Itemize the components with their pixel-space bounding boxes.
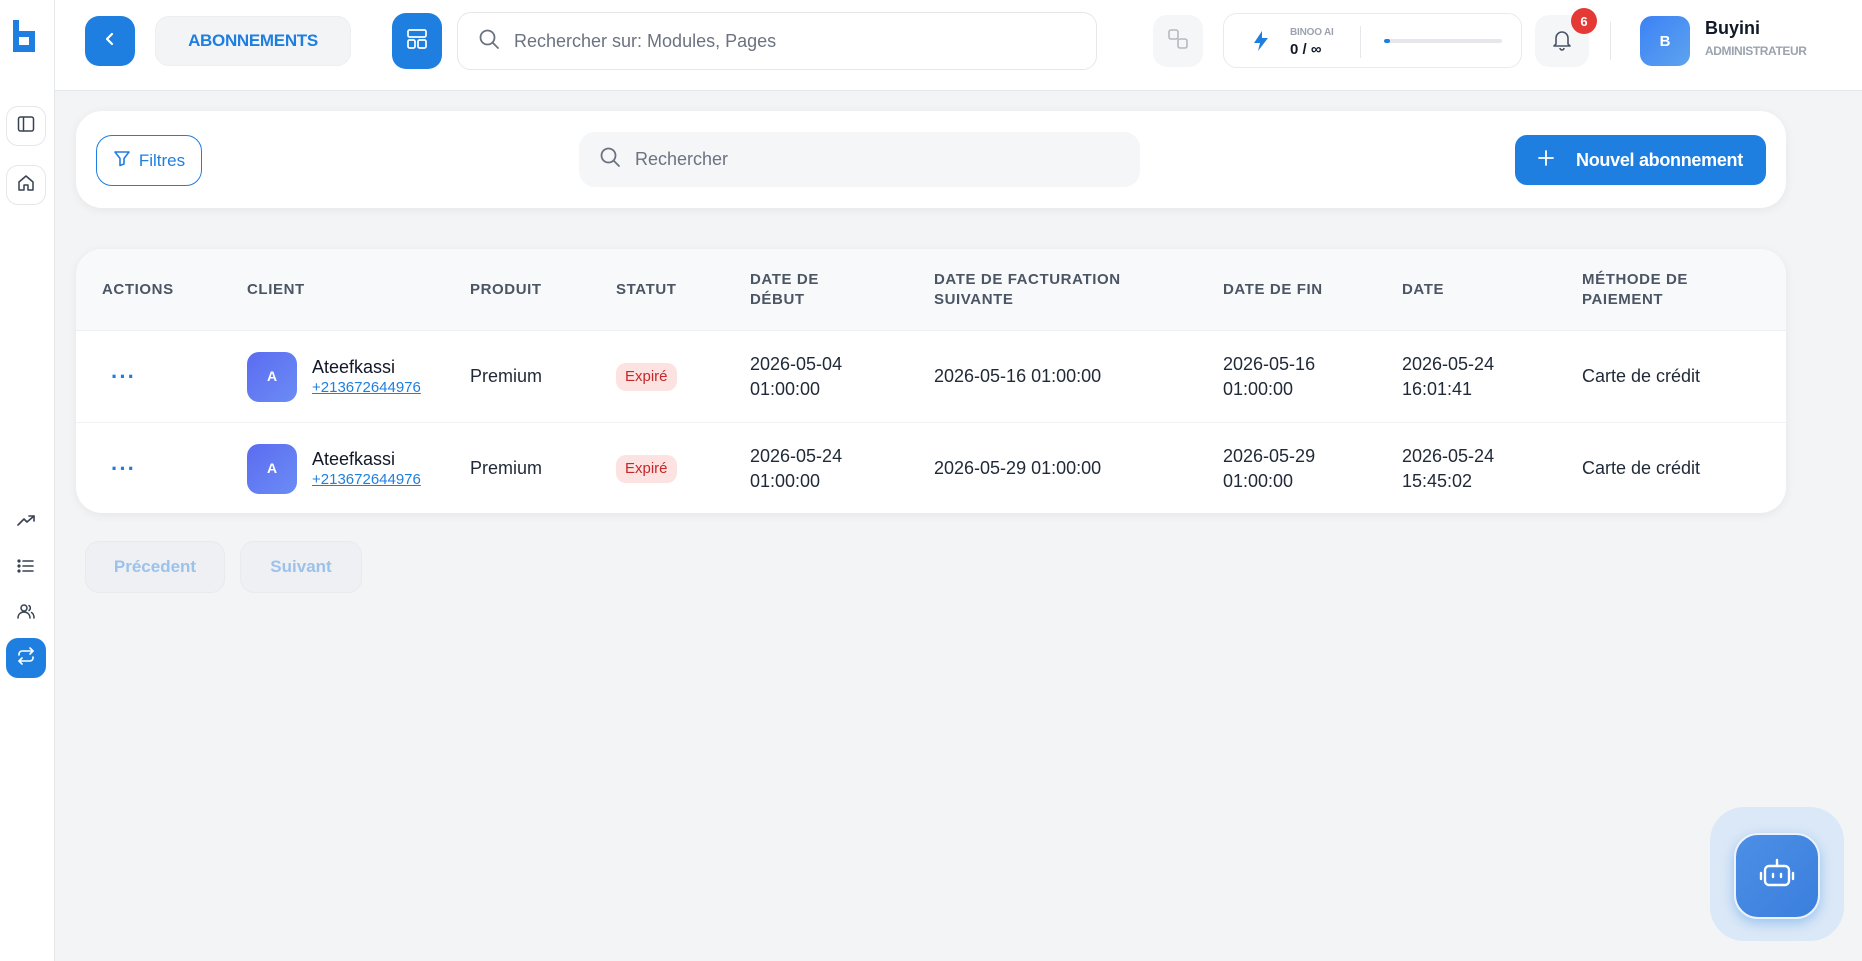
- status-badge: Expiré: [616, 362, 677, 391]
- col-date: DATE: [1402, 281, 1445, 298]
- product-cell: Premium: [470, 366, 543, 386]
- layout-grid-button[interactable]: [392, 13, 442, 69]
- col-client: CLIENT: [247, 281, 305, 298]
- payment-method-cell: Carte de crédit: [1582, 366, 1701, 386]
- assistant-button[interactable]: [1734, 833, 1820, 919]
- topbar-divider: [1610, 22, 1611, 60]
- client-avatar: A: [247, 351, 297, 402]
- ai-progress-fill: [1384, 39, 1390, 43]
- col-next-billing: DATE DE FACTURATION SUIVANTE: [934, 271, 1121, 308]
- page-title: ABONNEMENTS: [155, 16, 351, 66]
- ai-divider: [1360, 26, 1361, 58]
- next-billing-cell: 2026-05-29 01:00:00: [934, 458, 1102, 478]
- end-date-cell: 2026-05-16 01:00:00: [1223, 353, 1316, 399]
- trending-up-icon: [16, 511, 36, 536]
- next-billing-cell: 2026-05-16 01:00:00: [934, 366, 1102, 386]
- status-cell: Expiré: [616, 423, 677, 513]
- date-cell: 2026-05-24 15:45:02: [1402, 445, 1495, 491]
- chevron-left-icon: [101, 30, 119, 53]
- new-subscription-button[interactable]: Nouvel abonnement: [1515, 135, 1766, 185]
- sidebar: [0, 0, 55, 961]
- table-search-input[interactable]: [635, 149, 1115, 170]
- sidebar-item-subscriptions[interactable]: [6, 638, 46, 678]
- app-logo[interactable]: [10, 18, 40, 54]
- client-info: Ateefkassi +213672644976: [312, 356, 421, 398]
- topbar: ABONNEMENTS BINOO AI 0 / ∞ 6 B Buyini A: [55, 0, 1862, 91]
- status-badge: Expiré: [616, 454, 677, 483]
- plus-icon: [1538, 149, 1554, 171]
- filters-label: Filtres: [138, 150, 186, 170]
- notification-count-badge: 6: [1571, 8, 1597, 34]
- start-date-cell: 2026-05-04 01:00:00: [750, 353, 843, 399]
- start-date-cell: 2026-05-24 01:00:00: [750, 445, 843, 491]
- new-subscription-label: Nouvel abonnement: [1576, 149, 1743, 170]
- user-avatar[interactable]: B: [1640, 16, 1690, 66]
- client-name: Ateefkassi: [312, 356, 396, 377]
- translate-button[interactable]: [1153, 15, 1203, 67]
- robot-icon: [1758, 855, 1796, 898]
- filter-icon: [113, 149, 131, 172]
- bell-icon: [1550, 27, 1574, 56]
- row-actions-button[interactable]: ···: [111, 423, 136, 513]
- row-actions-button[interactable]: ···: [111, 331, 136, 422]
- user-role: ADMINISTRATEUR: [1705, 44, 1807, 58]
- ai-progress-bar: [1384, 39, 1502, 43]
- client-phone-link[interactable]: +213672644976: [312, 470, 421, 490]
- col-product: PRODUIT: [470, 281, 542, 298]
- sidebar-item-analytics[interactable]: [6, 503, 46, 543]
- global-search-input[interactable]: [514, 30, 1074, 52]
- col-start-date: DATE DE DÉBUT: [750, 271, 819, 308]
- table-row[interactable]: ··· A Ateefkassi +213672644976 Premium E…: [76, 331, 1786, 422]
- client-avatar: A: [247, 443, 297, 494]
- client-info: Ateefkassi +213672644976: [312, 448, 421, 490]
- more-icon: ···: [111, 364, 136, 389]
- date-cell: 2026-05-24 16:01:41: [1402, 353, 1495, 399]
- layout-grid-icon: [405, 27, 429, 56]
- toolbar-card: Filtres Nouvel abonnement: [76, 111, 1786, 208]
- table-search[interactable]: [579, 132, 1140, 187]
- end-date-cell: 2026-05-29 01:00:00: [1223, 445, 1316, 491]
- client-phone-link[interactable]: +213672644976: [312, 378, 421, 398]
- sidebar-item-list[interactable]: [6, 548, 46, 588]
- filters-button[interactable]: Filtres: [96, 135, 202, 186]
- sidebar-item-users[interactable]: [6, 593, 46, 633]
- translate-icon: [1167, 28, 1189, 55]
- payment-method-cell: Carte de crédit: [1582, 458, 1701, 478]
- user-name[interactable]: Buyini: [1705, 18, 1760, 39]
- client-cell: A Ateefkassi +213672644976: [247, 423, 421, 513]
- panel-toggle-button[interactable]: [6, 106, 46, 146]
- col-end-date: DATE DE FIN: [1223, 281, 1323, 298]
- search-icon: [599, 146, 621, 173]
- swap-arrows-icon: [16, 646, 36, 671]
- subscriptions-table: ACTIONS CLIENT PRODUIT STATUT DATE DE DÉ…: [76, 249, 1786, 513]
- col-status: STATUT: [616, 281, 677, 298]
- users-icon: [16, 601, 36, 626]
- table-row[interactable]: ··· A Ateefkassi +213672644976 Premium E…: [76, 422, 1786, 513]
- status-cell: Expiré: [616, 331, 677, 422]
- col-actions: ACTIONS: [102, 281, 174, 298]
- panel-toggle-icon: [17, 115, 35, 138]
- search-icon: [478, 28, 500, 55]
- ai-usage-widget[interactable]: BINOO AI 0 / ∞: [1223, 13, 1522, 68]
- global-search[interactable]: [457, 12, 1097, 70]
- ai-label: BINOO AI: [1290, 27, 1334, 38]
- client-cell: A Ateefkassi +213672644976: [247, 331, 421, 422]
- back-button[interactable]: [85, 16, 135, 66]
- home-icon: [17, 174, 35, 197]
- list-icon: [16, 556, 36, 581]
- previous-page-button[interactable]: Précedent: [85, 541, 225, 593]
- sidebar-item-home[interactable]: [6, 165, 46, 205]
- col-payment-method: MÉTHODE DE PAIEMENT: [1582, 271, 1689, 308]
- client-name: Ateefkassi: [312, 448, 396, 469]
- next-page-button[interactable]: Suivant: [240, 541, 362, 593]
- more-icon: ···: [111, 456, 136, 481]
- ai-usage-value: 0 / ∞: [1290, 41, 1322, 58]
- table-header: ACTIONS CLIENT PRODUIT STATUT DATE DE DÉ…: [76, 249, 1786, 331]
- bolt-icon: [1252, 30, 1270, 57]
- product-cell: Premium: [470, 458, 543, 478]
